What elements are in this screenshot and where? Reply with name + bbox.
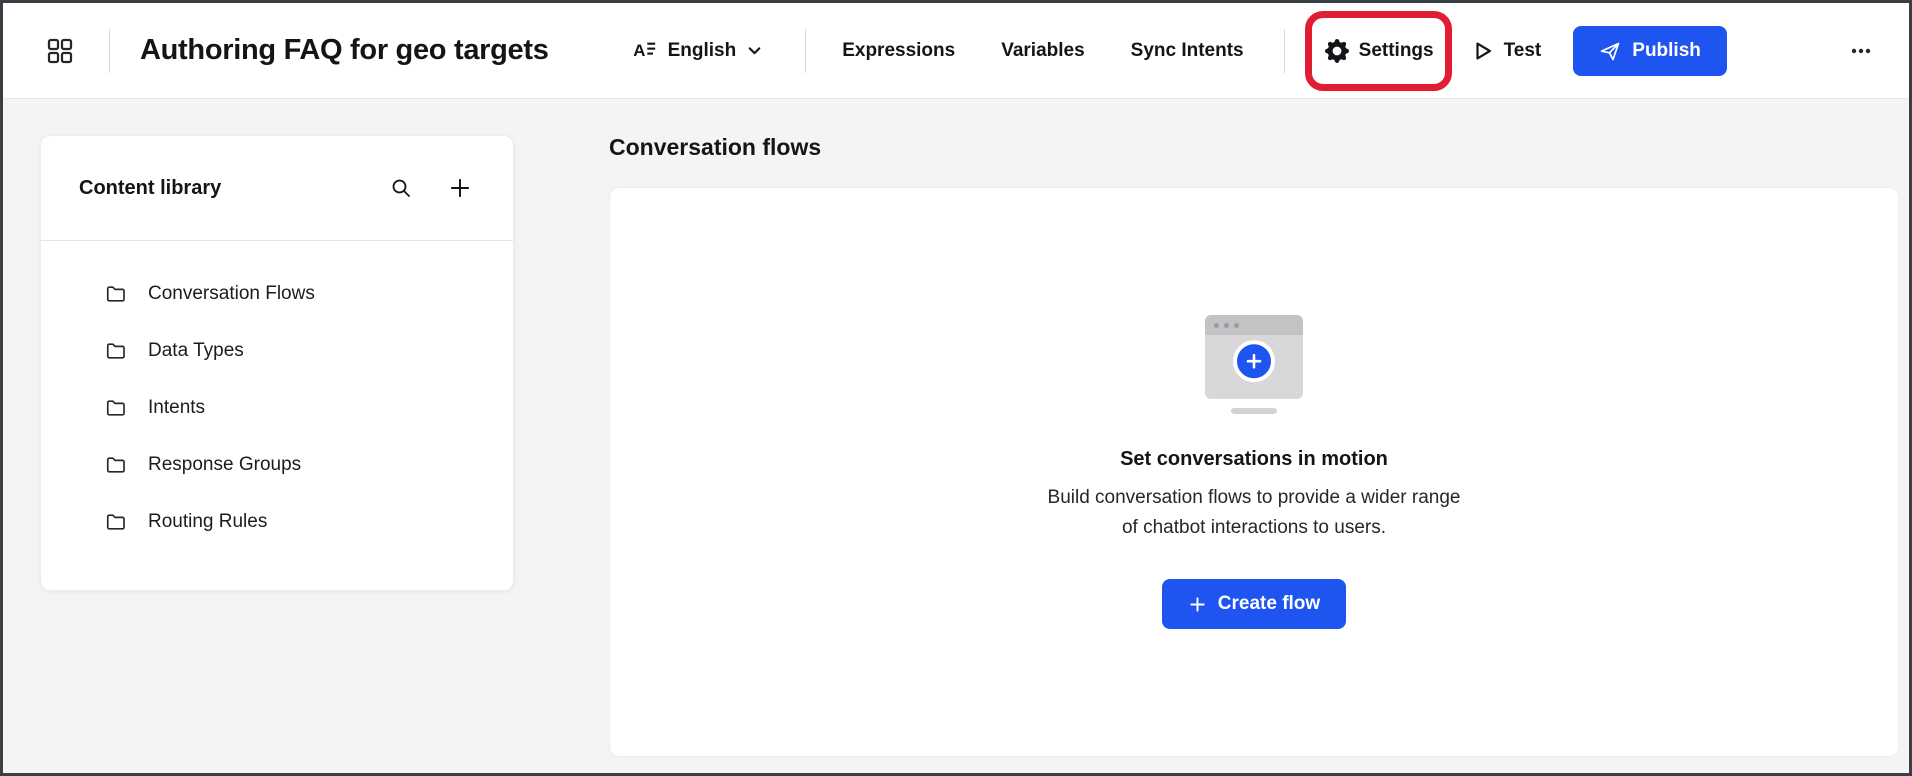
browser-window-plus-illustration [1205,315,1303,414]
browser-dot [1214,323,1219,328]
folder-icon [105,511,127,533]
sidebar-item-routing-rules[interactable]: Routing Rules [41,493,513,550]
svg-text:A: A [633,41,645,60]
topbar-divider [805,29,806,73]
search-icon [389,176,413,200]
publish-button[interactable]: Publish [1573,26,1727,76]
illustration-shadow-line [1231,408,1277,414]
empty-state-title: Set conversations in motion [1120,448,1388,471]
library-add-button[interactable] [443,171,477,205]
sidebar-item-conversation-flows[interactable]: Conversation Flows [41,265,513,322]
folder-icon [105,340,127,362]
settings-label: Settings [1359,40,1434,62]
plus-icon [1188,595,1207,614]
create-flow-button[interactable]: Create flow [1162,579,1346,629]
topbar-divider [1284,29,1285,73]
chevron-down-icon [746,42,763,59]
browser-dot [1234,323,1239,328]
topbar-nav: Expressions Variables Sync Intents [842,40,1243,62]
paper-plane-icon [1599,40,1621,62]
sidebar-item-label: Response Groups [148,454,301,476]
language-selector[interactable]: A English [631,37,764,64]
folder-icon [105,283,127,305]
conversation-flows-panel: Set conversations in motion Build conver… [609,187,1899,757]
gear-icon [1325,39,1349,63]
test-button[interactable]: Test [1472,40,1542,62]
browser-window-graphic [1205,315,1303,399]
sidebar-item-label: Intents [148,397,205,419]
content-library-list: Conversation Flows Data Types Intents [41,241,513,574]
plus-icon [447,175,473,201]
overflow-menu-button[interactable] [1843,33,1879,69]
folder-icon [105,397,127,419]
apps-menu-button[interactable] [41,32,79,70]
sidebar-item-label: Conversation Flows [148,283,315,305]
folder-icon [105,454,127,476]
topbar-divider [109,29,110,73]
app-window: Authoring FAQ for geo targets A English … [0,0,1912,776]
translate-icon: A [631,37,658,64]
nav-sync-intents[interactable]: Sync Intents [1131,40,1244,62]
content-library-title: Content library [79,177,359,200]
ellipsis-icon [1847,37,1875,65]
settings-button[interactable]: Settings [1325,39,1434,63]
nav-expressions[interactable]: Expressions [842,40,955,62]
sidebar-item-response-groups[interactable]: Response Groups [41,436,513,493]
content-library-header: Content library [41,136,513,240]
sidebar-item-intents[interactable]: Intents [41,379,513,436]
sidebar-item-data-types[interactable]: Data Types [41,322,513,379]
play-icon [1472,40,1494,62]
publish-label: Publish [1632,40,1701,62]
library-search-button[interactable] [385,172,417,204]
sidebar-item-label: Data Types [148,340,244,362]
settings-annotated-area: Settings [1325,39,1434,63]
grid-icon [45,36,75,66]
empty-state-description: Build conversation flows to provide a wi… [1038,483,1470,543]
sidebar-item-label: Routing Rules [148,511,267,533]
plus-circle-icon [1233,340,1275,382]
test-label: Test [1504,40,1542,62]
create-flow-label: Create flow [1218,593,1320,615]
browser-dot [1224,323,1229,328]
browser-titlebar-graphic [1205,315,1303,335]
nav-variables[interactable]: Variables [1001,40,1084,62]
content-library-panel: Content library [40,135,514,591]
topbar: Authoring FAQ for geo targets A English … [3,3,1909,99]
section-heading: Conversation flows [609,134,821,161]
page-title: Authoring FAQ for geo targets [140,34,549,67]
language-label: English [668,40,737,62]
